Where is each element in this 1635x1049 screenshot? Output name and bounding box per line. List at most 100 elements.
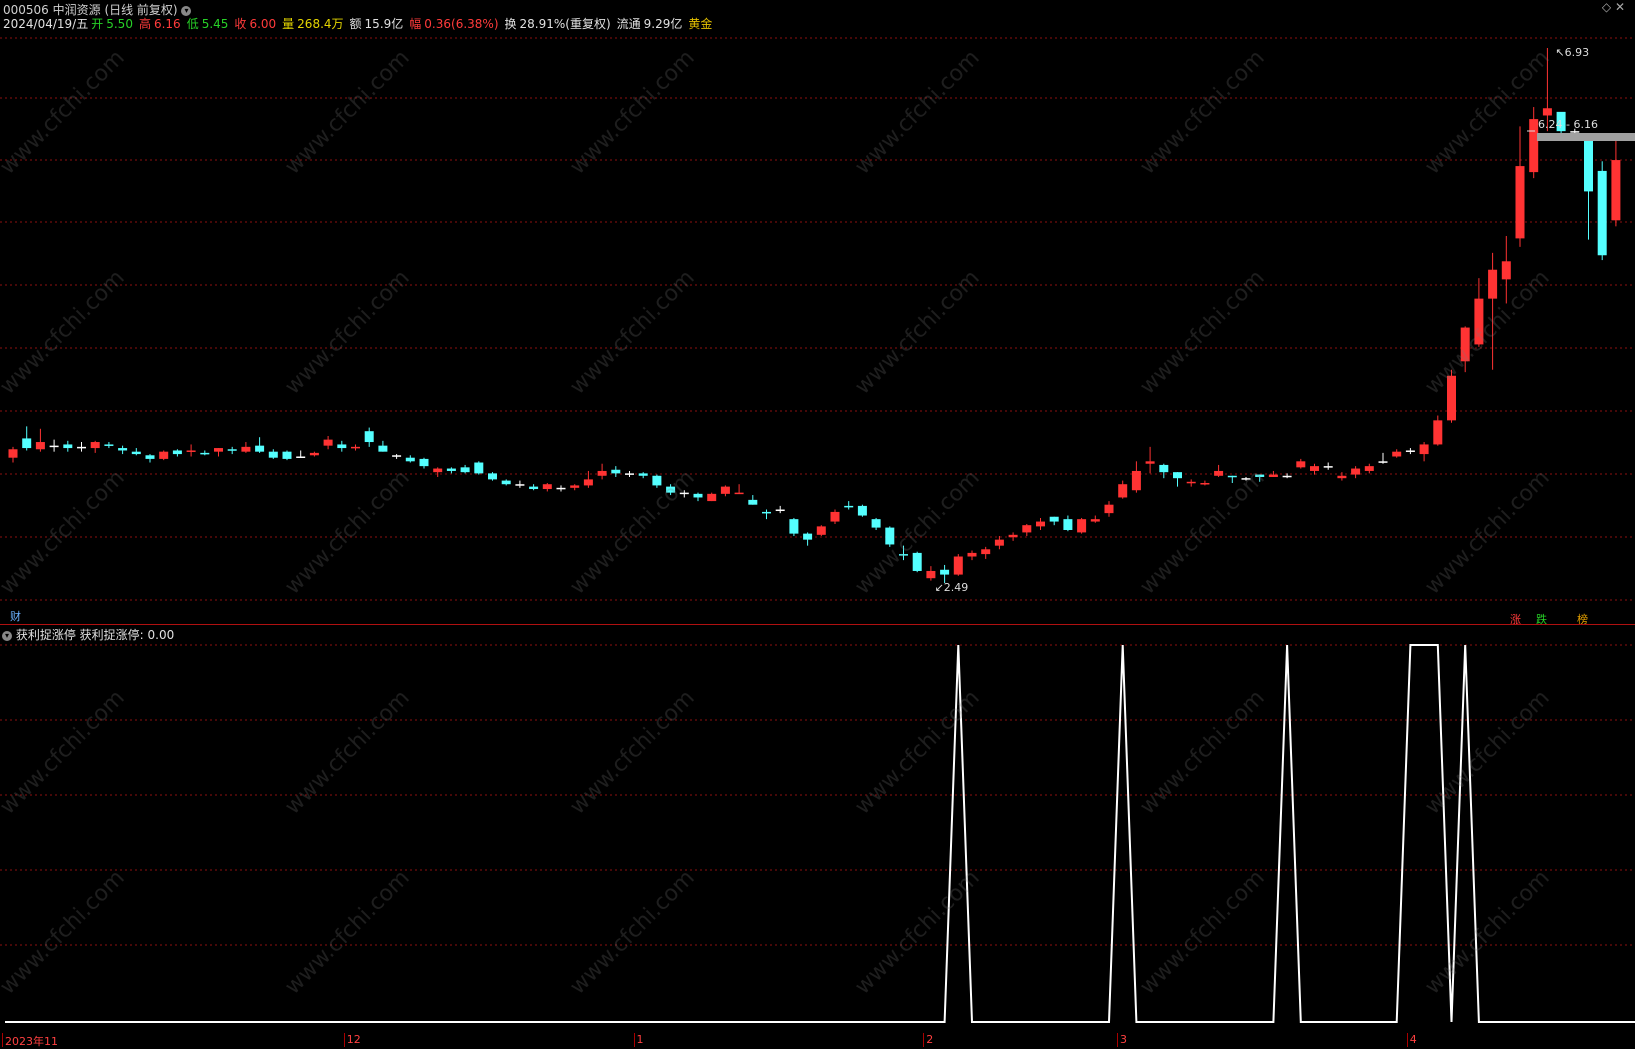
candle-body [1008, 534, 1018, 538]
candle-body [844, 505, 854, 508]
candle-body [789, 519, 799, 534]
candle [1200, 480, 1210, 486]
x-axis-label: 4 [1406, 1033, 1417, 1047]
candle-body [570, 485, 580, 488]
candlestick-chart[interactable]: ↖6.93 ↙2.49 6.24 - 6.16 [0, 0, 1635, 624]
candle [1214, 464, 1224, 477]
candle [90, 440, 100, 453]
candle [1515, 126, 1525, 247]
candle [830, 509, 840, 524]
candle-body [926, 570, 936, 579]
candle-body [1282, 475, 1292, 478]
candle [720, 485, 730, 497]
candle-body [501, 480, 511, 485]
candle-body [857, 505, 867, 516]
candle-body [762, 511, 771, 514]
candle-body [1186, 481, 1196, 484]
x-axis-label: 3 [1117, 1033, 1127, 1047]
indicator-chart[interactable] [0, 625, 1635, 1035]
candle-body [871, 519, 881, 528]
candle [762, 509, 771, 520]
candle-body [1474, 298, 1484, 345]
candle [707, 492, 717, 502]
candle-body [1063, 519, 1073, 530]
candle [8, 446, 18, 463]
candle-body [405, 457, 415, 462]
candle [337, 440, 347, 452]
candle-body [1611, 160, 1621, 221]
candle-body [967, 552, 977, 557]
candle [351, 444, 360, 451]
candle-body [1296, 461, 1306, 468]
candle [912, 551, 922, 573]
candle-body [748, 499, 758, 505]
candle [364, 427, 374, 447]
candle [1474, 278, 1484, 347]
candle [611, 466, 621, 477]
candle [433, 467, 443, 477]
candle [597, 463, 607, 480]
candle-body [1090, 519, 1100, 522]
candle [556, 485, 566, 492]
candle [803, 532, 813, 546]
candle [1255, 474, 1265, 482]
candle [22, 426, 32, 451]
candle [789, 517, 799, 537]
candle [1351, 466, 1361, 479]
candle [885, 526, 895, 547]
candle [1241, 476, 1251, 481]
candle-body [1214, 470, 1224, 476]
candle-body [1488, 269, 1498, 299]
candle-body [1036, 521, 1045, 527]
candle-body [1405, 450, 1415, 452]
candle [953, 554, 963, 576]
candle [1584, 140, 1593, 240]
candle [515, 480, 525, 488]
candle-body [1378, 461, 1388, 463]
candle [1145, 446, 1155, 474]
candle [1597, 161, 1607, 261]
candle [570, 484, 580, 491]
candle [296, 450, 306, 458]
candle-body [556, 487, 566, 490]
candle-body [309, 452, 319, 456]
candle [638, 472, 648, 479]
candle [186, 444, 196, 457]
candle [1227, 475, 1237, 484]
candle [378, 440, 388, 452]
candle-body [1351, 468, 1361, 475]
x-axis-label: 2 [923, 1033, 933, 1047]
candle-body [1049, 516, 1059, 522]
candle [488, 472, 497, 481]
candle-body [912, 552, 922, 571]
candle-body [1159, 464, 1169, 473]
candle-body [77, 446, 86, 449]
candle-body [803, 533, 813, 540]
candle [474, 461, 484, 475]
candle [1433, 415, 1443, 446]
candle [392, 454, 402, 459]
candle-body [597, 470, 607, 476]
candle-body [296, 456, 306, 458]
candle [625, 470, 634, 477]
candle-body [474, 462, 484, 474]
candle [77, 442, 86, 452]
candle-body [1337, 475, 1347, 479]
candle [967, 550, 977, 561]
candle [926, 566, 936, 581]
candle-body [186, 450, 196, 452]
indicator-line [5, 644, 1635, 1023]
candle [1419, 442, 1429, 462]
finance-badge[interactable]: 财 [10, 608, 21, 624]
candle [748, 495, 758, 505]
candle [309, 451, 319, 457]
candle-body [282, 451, 292, 459]
candle [172, 449, 182, 457]
candle [145, 454, 155, 463]
candle-body [1104, 504, 1114, 514]
candle [1378, 452, 1388, 464]
candle [131, 448, 141, 456]
candle-body [227, 449, 237, 451]
candle-body [446, 468, 456, 471]
candle-body [707, 493, 717, 502]
